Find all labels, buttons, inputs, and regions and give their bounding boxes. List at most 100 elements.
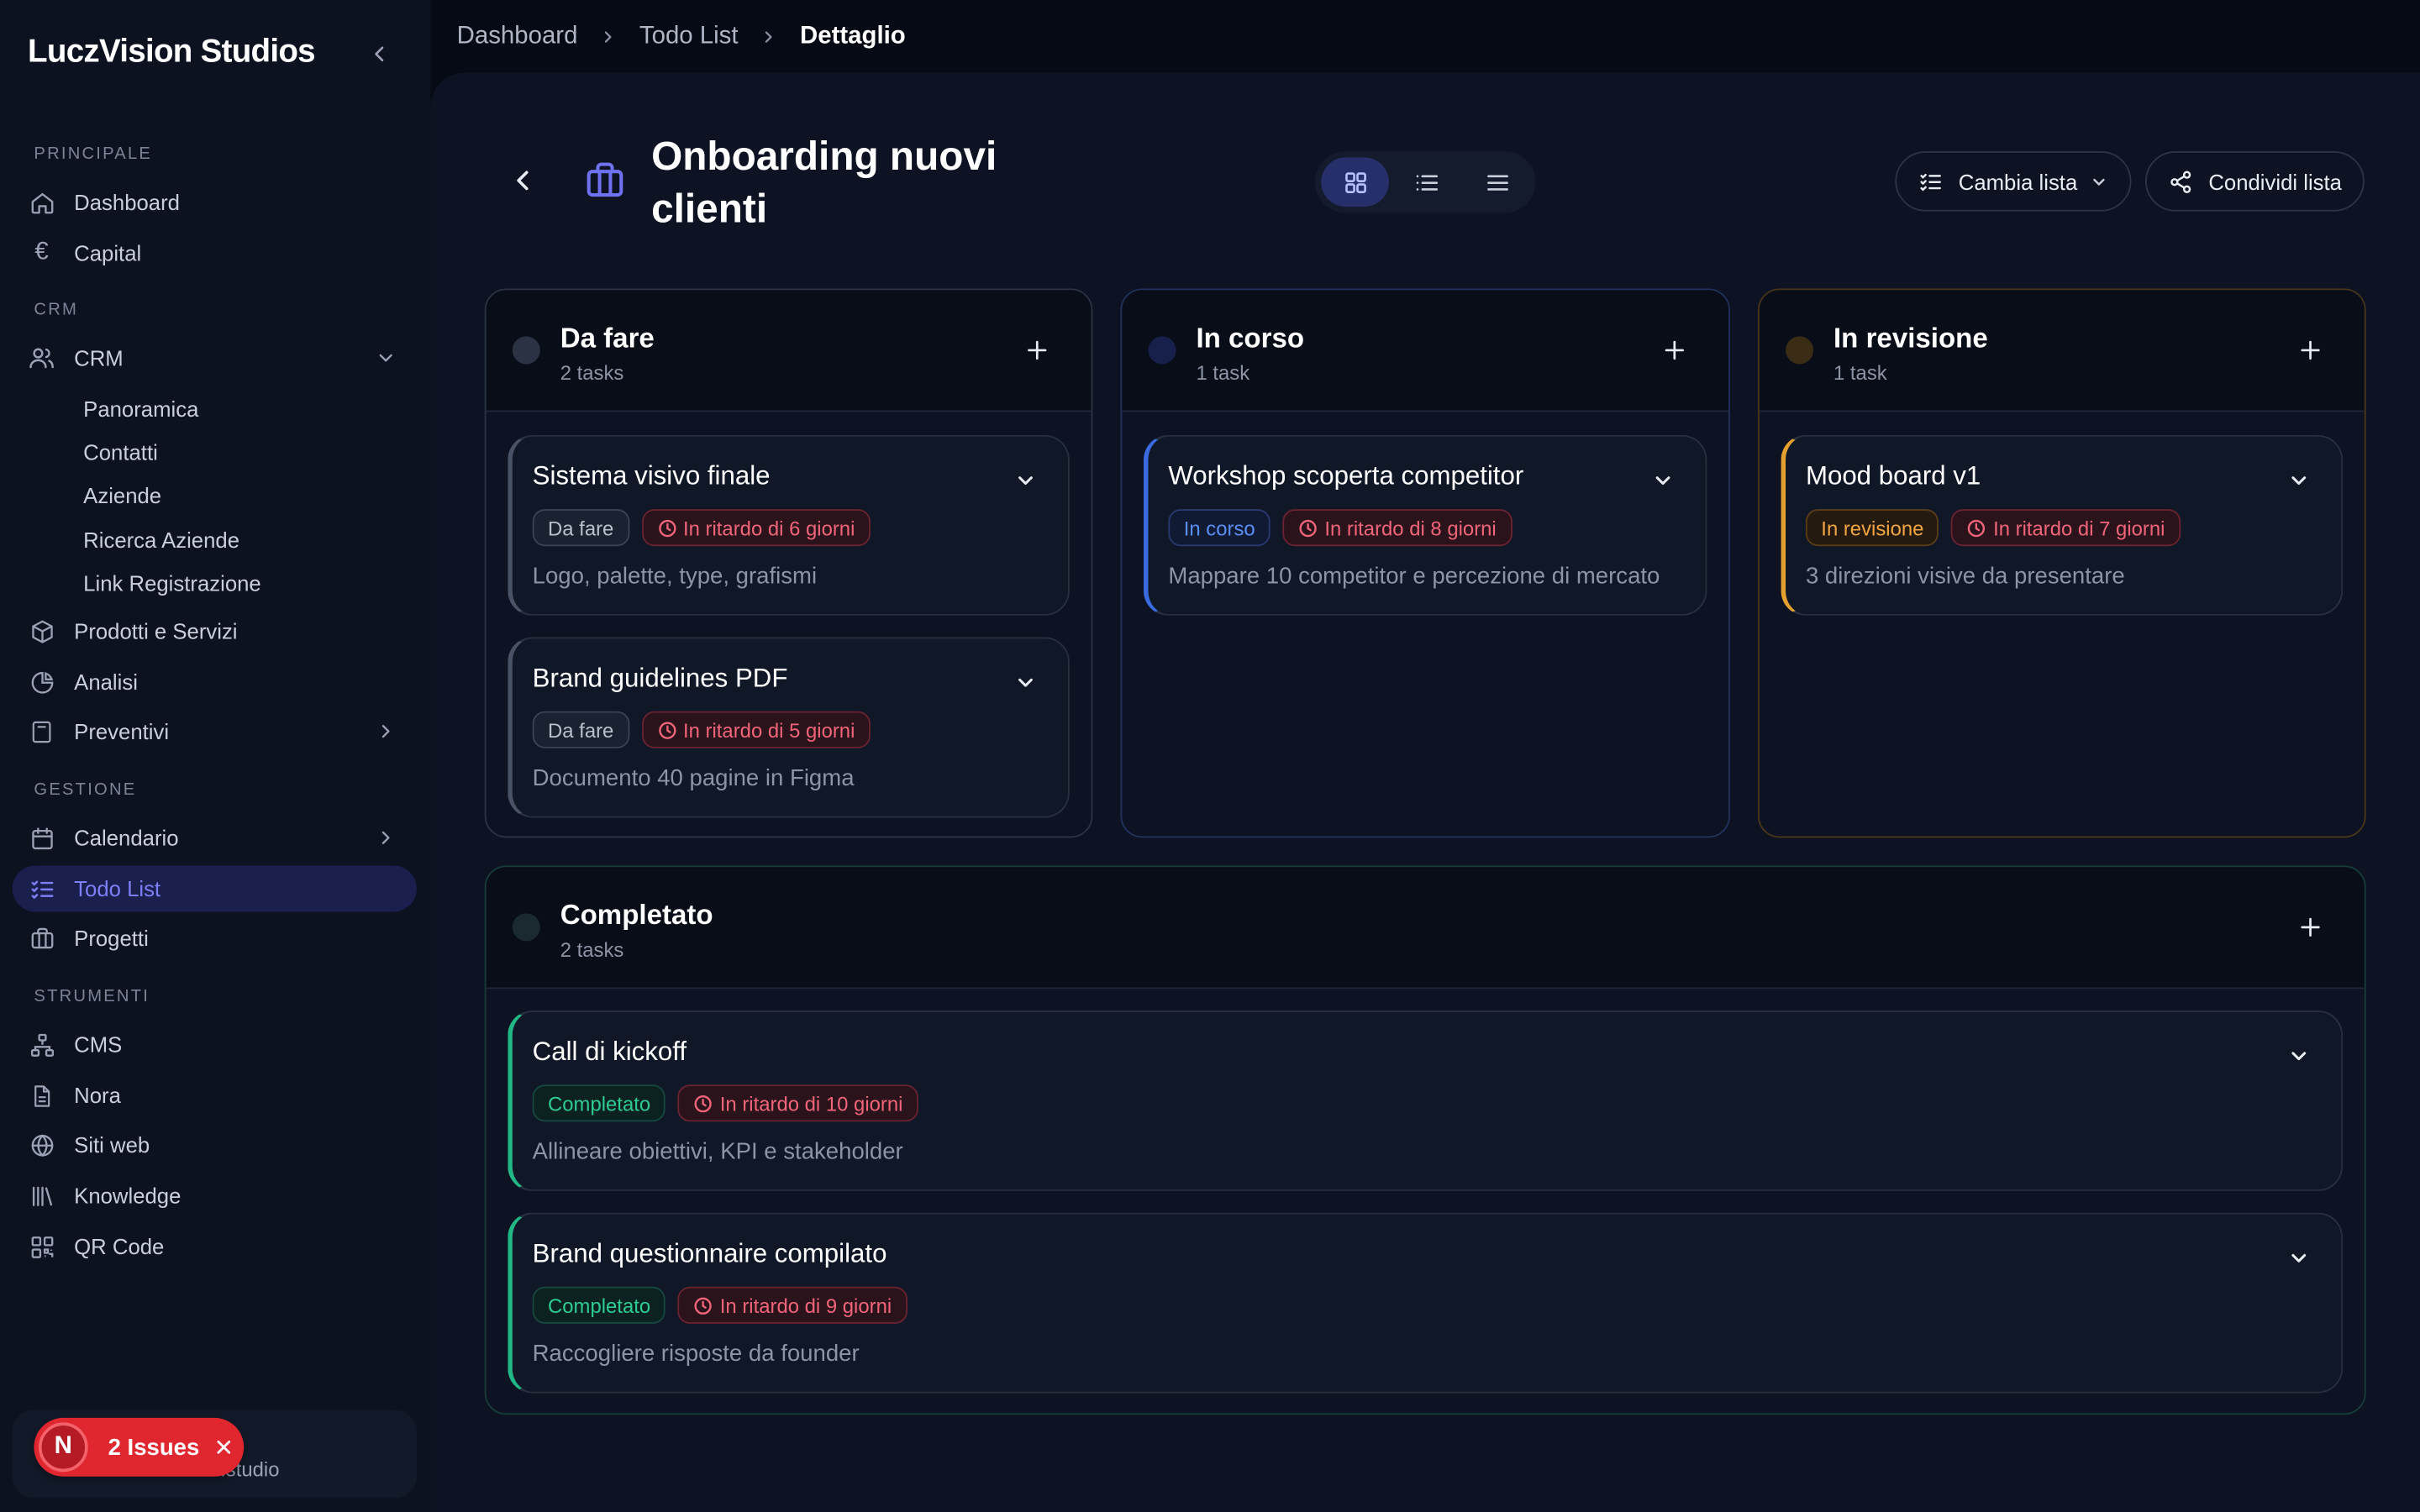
breadcrumb-dashboard[interactable]: Dashboard	[457, 24, 578, 51]
task-card[interactable]: Brand guidelines PDF Da fare In ritardo …	[508, 637, 1070, 818]
task-card[interactable]: Sistema visivo finale Da fare In ritardo…	[508, 434, 1070, 616]
overdue-label: In ritardo di 5 giorni	[682, 717, 855, 742]
overdue-label: In ritardo di 9 giorni	[719, 1294, 892, 1317]
sidebar-item-preventivi[interactable]: Preventivi	[13, 708, 417, 754]
status-dot	[512, 913, 540, 942]
overdue-badge: In ritardo di 8 giorni	[1282, 509, 1512, 547]
task-card[interactable]: Mood board v1 In revisione In ritardo di…	[1781, 434, 2344, 616]
column-title: Da fare	[560, 322, 655, 354]
status-badge: Completato	[532, 1286, 666, 1324]
view-board-button[interactable]	[1321, 157, 1390, 207]
status-badge: Da fare	[532, 711, 629, 748]
sidebar-item-siti-web[interactable]: Siti web	[13, 1121, 417, 1168]
euro-icon: €	[34, 239, 49, 265]
sidebar-item-label: Calendario	[74, 825, 179, 851]
breadcrumb-current: Dettaglio	[800, 23, 906, 50]
close-icon[interactable]	[215, 1438, 234, 1457]
chevron-down-icon	[373, 345, 397, 370]
task-card[interactable]: Call di kickoff Completato In ritardo di…	[508, 1011, 2344, 1191]
overdue-label: In ritardo di 8 giorni	[1324, 516, 1497, 539]
section-label-crm: CRM	[34, 301, 79, 320]
sidebar-item-nora[interactable]: Nora	[13, 1073, 417, 1119]
task-description: Allineare obiettivi, KPI e stakeholder	[532, 1138, 903, 1165]
back-button[interactable]	[506, 164, 539, 197]
column-count: 2 tasks	[560, 360, 624, 385]
overdue-badge: In ritardo di 6 giorni	[641, 509, 871, 547]
sidebar-item-progetti[interactable]: Progetti	[13, 915, 417, 961]
add-task-button[interactable]	[2296, 913, 2324, 941]
issues-badge[interactable]: N 2 Issues	[34, 1417, 245, 1477]
sidebar-item-crm[interactable]: CRM	[13, 335, 417, 381]
column-header: Completato 2 tasks	[486, 867, 2365, 990]
sidebar-item-dashboard[interactable]: Dashboard	[13, 179, 417, 225]
overdue-label: In ritardo di 6 giorni	[682, 516, 855, 539]
task-card[interactable]: Workshop scoperta competitor In corso In…	[1143, 434, 1707, 616]
sidebar-subitem-contatti[interactable]: Contatti	[83, 439, 158, 464]
calendar-icon	[28, 824, 55, 852]
sidebar-item-label: CMS	[74, 1032, 123, 1058]
issues-avatar: N	[38, 1422, 88, 1473]
chevron-left-icon	[517, 171, 529, 191]
overdue-badge: In ritardo di 5 giorni	[641, 711, 871, 748]
chevron-down-icon	[1018, 677, 1032, 686]
sidebar-item-capital[interactable]: € Capital	[13, 230, 417, 276]
switch-list-button[interactable]: Cambia lista	[1895, 150, 2132, 212]
sidebar-item-analisi[interactable]: Analisi	[13, 659, 417, 705]
sidebar-item-label: Todo List	[74, 876, 161, 901]
globe-icon	[28, 1131, 55, 1158]
share-list-label: Condividi lista	[2208, 169, 2342, 194]
grid-icon	[1344, 171, 1365, 193]
column-count: 1 task	[1833, 360, 1887, 385]
expand-task-button[interactable]	[1649, 468, 1674, 492]
expand-task-button[interactable]	[1013, 669, 1037, 694]
view-compact-button[interactable]	[1463, 157, 1531, 207]
task-description: Raccogliere risposte da founder	[532, 1341, 860, 1368]
status-dot	[1786, 336, 1814, 365]
sidebar-item-label: Knowledge	[74, 1183, 182, 1209]
column-title: Completato	[560, 899, 713, 931]
sidebar-item-prodotti[interactable]: Prodotti e Servizi	[13, 608, 417, 654]
sidebar-item-label: Analisi	[74, 669, 138, 695]
share-icon	[2169, 169, 2193, 193]
clock-icon	[657, 517, 677, 538]
sidebar-item-todo-list[interactable]: Todo List	[12, 865, 417, 912]
status-badge: Da fare	[532, 509, 629, 547]
sidebar-item-knowledge[interactable]: Knowledge	[13, 1173, 417, 1219]
chevron-down-icon	[2090, 172, 2108, 191]
task-card[interactable]: Brand questionnaire compilato Completato…	[508, 1212, 2344, 1394]
expand-task-button[interactable]	[2286, 1245, 2310, 1269]
column-count: 1 task	[1196, 360, 1250, 385]
add-task-button[interactable]	[1023, 336, 1051, 364]
sidebar-subitem-link-registrazione[interactable]: Link Registrazione	[83, 571, 261, 596]
collapse-sidebar-button[interactable]	[364, 39, 395, 70]
sidebar-subitem-ricerca-aziende[interactable]: Ricerca Aziende	[83, 528, 239, 552]
sidebar-item-label: Progetti	[74, 926, 149, 951]
sidebar-subitem-aziende[interactable]: Aziende	[83, 483, 161, 507]
chevron-down-icon	[1655, 475, 1670, 485]
calculator-icon	[28, 717, 55, 745]
sidebar-item-cms[interactable]: CMS	[13, 1021, 417, 1068]
chevron-down-icon	[2291, 1252, 2306, 1262]
switch-list-label: Cambia lista	[1958, 169, 2078, 194]
expand-task-button[interactable]	[2286, 468, 2310, 492]
chevron-right-icon	[373, 719, 397, 743]
overdue-label: In ritardo di 7 giorni	[1993, 516, 2165, 539]
checklist-icon	[28, 874, 55, 902]
task-description: Documento 40 pagine in Figma	[532, 765, 855, 792]
view-list-button[interactable]	[1392, 157, 1460, 207]
sidebar-item-label: Siti web	[74, 1132, 150, 1158]
expand-task-button[interactable]	[2286, 1043, 2310, 1068]
plus-icon	[1665, 340, 1684, 360]
breadcrumb-todo-list[interactable]: Todo List	[639, 24, 739, 51]
add-task-button[interactable]	[2296, 336, 2324, 364]
sidebar-item-calendario[interactable]: Calendario	[13, 815, 417, 861]
status-dot	[1148, 336, 1176, 365]
sidebar-subitem-panoramica[interactable]: Panoramica	[83, 396, 198, 421]
sidebar-item-label: Prodotti e Servizi	[74, 618, 238, 643]
overdue-badge: In ritardo di 7 giorni	[1951, 509, 2181, 547]
add-task-button[interactable]	[1660, 336, 1688, 364]
sidebar-item-qr-code[interactable]: QR Code	[13, 1224, 417, 1270]
expand-task-button[interactable]	[1013, 468, 1037, 492]
share-list-button[interactable]: Condividi lista	[2145, 150, 2365, 212]
section-label-strumenti: STRUMENTI	[34, 987, 150, 1006]
